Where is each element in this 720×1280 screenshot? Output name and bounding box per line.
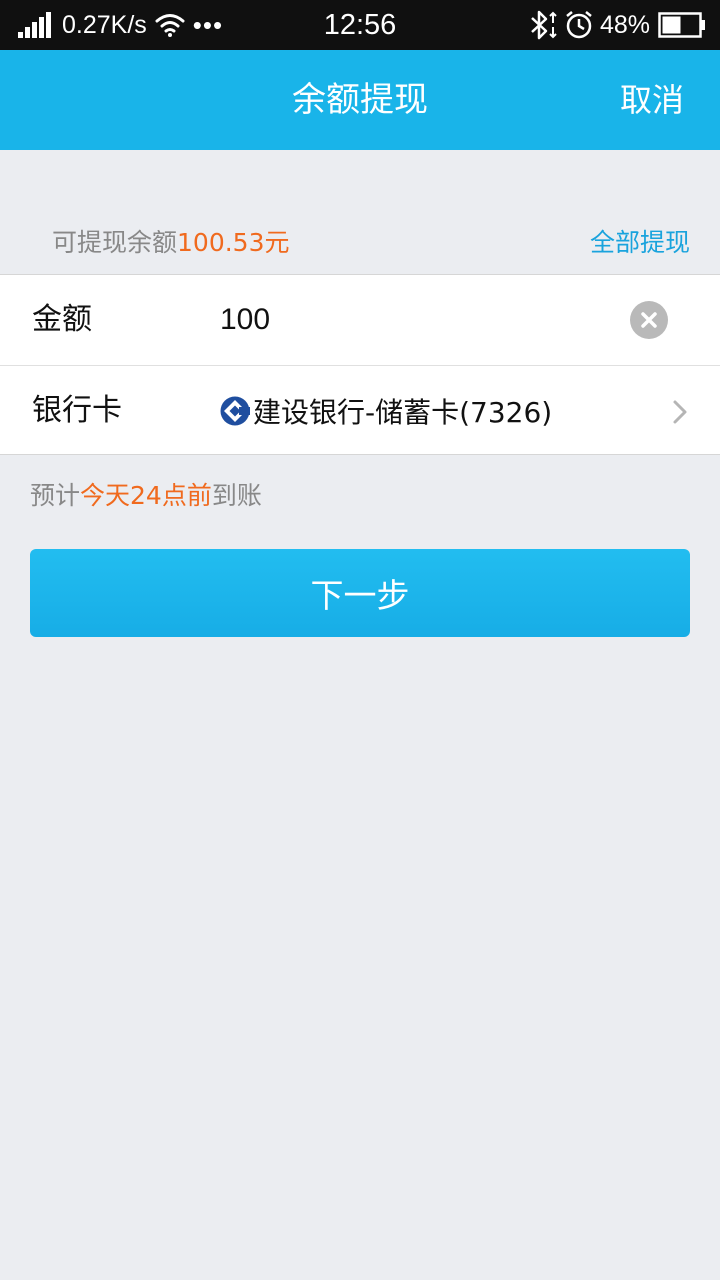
- battery-icon: [658, 12, 705, 38]
- battery-percent: 48%: [599, 10, 650, 39]
- arrival-suffix: 到账: [211, 481, 262, 510]
- page-title: 余额提现: [292, 80, 428, 120]
- arrival-time-highlight: 今天24点前: [80, 481, 212, 510]
- status-bar: 0.27K/s ••• 12:56 48%: [0, 0, 720, 50]
- bank-card-selector[interactable]: 建设银行-储蓄卡(7326): [220, 366, 552, 456]
- available-balance: 可提现余额100.53元: [52, 223, 290, 259]
- amount-label: 金额: [32, 302, 92, 337]
- available-balance-label: 可提现余额: [52, 228, 178, 257]
- withdraw-all-link[interactable]: 全部提现: [590, 223, 690, 259]
- nav-bar: 余额提现 取消: [0, 50, 720, 150]
- amount-row: 金额: [0, 275, 720, 365]
- status-bar-right: 48%: [528, 0, 706, 50]
- available-balance-amount: 100.53元: [177, 228, 290, 257]
- amount-input[interactable]: [220, 293, 610, 347]
- arrival-prefix: 预计: [30, 481, 81, 510]
- close-icon: [641, 312, 657, 328]
- balance-row: 可提现余额100.53元 全部提现: [0, 205, 720, 275]
- withdraw-form: 金额 银行卡 建设银行-储蓄卡(7326): [0, 274, 720, 455]
- chevron-right-icon[interactable]: [670, 399, 690, 425]
- bank-card-value: 建设银行-储蓄卡(7326): [253, 396, 553, 429]
- alarm-icon: [566, 11, 592, 39]
- bank-card-label: 银行卡: [32, 393, 122, 428]
- bluetooth-icon: [531, 10, 557, 40]
- bank-card-row[interactable]: 银行卡 建设银行-储蓄卡(7326): [0, 365, 720, 455]
- cancel-button[interactable]: 取消: [620, 50, 684, 150]
- ccb-bank-logo-icon: [220, 396, 250, 426]
- clear-amount-button[interactable]: [630, 301, 668, 339]
- next-step-button[interactable]: 下一步: [30, 549, 690, 637]
- arrival-note: 预计今天24点前到账: [30, 476, 262, 512]
